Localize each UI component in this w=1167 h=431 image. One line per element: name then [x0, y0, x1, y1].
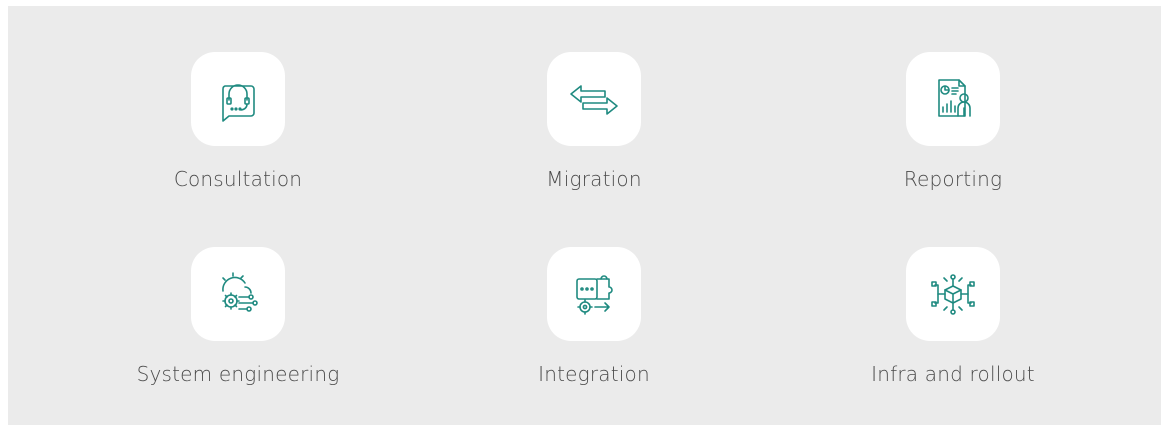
gears-network-icon	[222, 272, 258, 312]
puzzle-gear-icon	[576, 275, 613, 315]
services-grid: Consultation Migration Reporting System …	[8, 6, 1161, 425]
service-label: System engineering	[136, 362, 340, 386]
service-migration[interactable]: Migration	[444, 52, 744, 191]
headset-chat-icon	[222, 84, 255, 122]
integration-icon-tile	[547, 247, 641, 341]
service-consultation[interactable]: Consultation	[88, 52, 388, 191]
service-integration[interactable]: Integration	[444, 247, 744, 386]
reporting-icon-tile	[906, 52, 1000, 146]
service-label: Infra and rollout	[871, 362, 1035, 386]
service-label: Integration	[538, 362, 650, 386]
swap-arrows-icon	[570, 85, 618, 115]
services-panel: Consultation Migration Reporting System …	[8, 6, 1161, 425]
system-engineering-icon-tile	[191, 247, 285, 341]
report-chart-icon	[938, 79, 971, 117]
service-infra-rollout[interactable]: Infra and rollout	[803, 247, 1103, 386]
service-label: Reporting	[903, 167, 1003, 191]
service-label: Consultation	[173, 167, 303, 191]
infra-icon-tile	[906, 247, 1000, 341]
migration-icon-tile	[547, 52, 641, 146]
consultation-icon-tile	[191, 52, 285, 146]
service-system-engineering[interactable]: System engineering	[88, 247, 388, 386]
service-label: Migration	[546, 167, 642, 191]
service-reporting[interactable]: Reporting	[803, 52, 1103, 191]
cube-network-icon	[931, 274, 975, 315]
